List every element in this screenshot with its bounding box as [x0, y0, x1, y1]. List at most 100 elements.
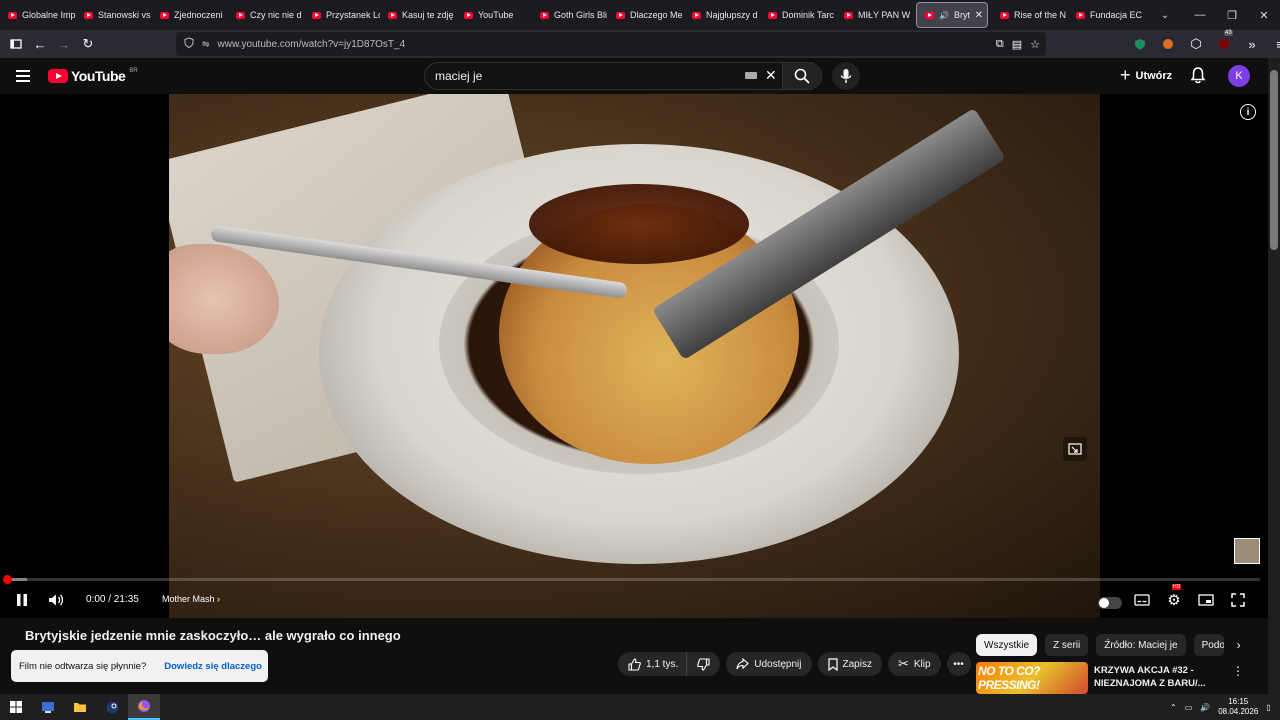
- like-button[interactable]: 1,1 tys.: [618, 652, 687, 676]
- chip-similar[interactable]: Podo: [1193, 634, 1224, 656]
- forward-arrow-icon[interactable]: →: [52, 32, 76, 56]
- chip-from-series[interactable]: Z serii: [1045, 634, 1089, 656]
- create-button[interactable]: + Utwórz: [1120, 64, 1172, 88]
- chip-all[interactable]: Wszystkie: [976, 634, 1037, 656]
- autoplay-toggle[interactable]: [1098, 588, 1122, 612]
- fullscreen-button[interactable]: [1226, 588, 1250, 612]
- volume-button[interactable]: [44, 588, 68, 612]
- url-text[interactable]: www.youtube.com/watch?v=jy1D87OsT_4: [218, 39, 406, 50]
- recommended-thumbnail[interactable]: NO TO CO? PRESSING!: [976, 662, 1088, 694]
- video-frame[interactable]: [169, 94, 1100, 618]
- address-bar[interactable]: ⇋ www.youtube.com/watch?v=jy1D87OsT_4 ⧉ …: [176, 32, 1046, 56]
- task-view-icon[interactable]: [32, 694, 64, 720]
- chevron-right-icon[interactable]: ›: [1232, 638, 1246, 652]
- back-arrow-icon[interactable]: ←: [28, 32, 52, 56]
- sidebar-toggle-icon[interactable]: [4, 32, 28, 56]
- browser-tab-strip: Globalne Imp Stanowski vs Zjednoczeni Cz…: [0, 0, 1280, 30]
- browser-tab[interactable]: Rise of the N: [992, 2, 1068, 28]
- browser-tab[interactable]: MIŁY PAN W: [836, 2, 912, 28]
- browser-tab[interactable]: Kasuj te zdję: [380, 2, 456, 28]
- ublock-icon[interactable]: 43: [1212, 30, 1236, 56]
- video-player[interactable]: i 0:00 / 21:35 Mother Mash › ⚙ HD: [0, 94, 1268, 618]
- browser-tab[interactable]: Stanowski vs: [76, 2, 152, 28]
- search-input[interactable]: maciej je ✕: [424, 62, 784, 90]
- browser-tab[interactable]: Fundacja EC: [1068, 2, 1144, 28]
- miniplayer-button[interactable]: [1194, 588, 1218, 612]
- page-scrollbar[interactable]: [1268, 58, 1280, 694]
- minimize-icon[interactable]: —: [1184, 9, 1216, 21]
- more-actions-button[interactable]: •••: [946, 652, 971, 676]
- browser-tab[interactable]: Przystanek Lo: [304, 2, 380, 28]
- youtube-logo[interactable]: YouTube BR: [48, 68, 138, 84]
- vpn-shield-icon[interactable]: [1128, 32, 1152, 56]
- youtube-favicon-icon: [925, 11, 934, 19]
- miniplayer-expand-icon[interactable]: [1063, 437, 1087, 461]
- kebab-menu-icon[interactable]: ⋮: [1232, 664, 1244, 678]
- close-tab-icon[interactable]: ✕: [975, 10, 983, 21]
- shield-icon[interactable]: [184, 37, 194, 51]
- youtube-favicon-icon: [1000, 11, 1009, 19]
- browser-tab[interactable]: Globalne Imp: [0, 2, 76, 28]
- browser-tab[interactable]: Czy nic nie d: [228, 2, 304, 28]
- recommended-title[interactable]: KRZYWA AKCJA #32 - NIEZNAJOMA Z BARU/...: [1094, 664, 1214, 690]
- reload-icon[interactable]: ↻: [76, 32, 100, 56]
- pause-button[interactable]: [10, 588, 34, 612]
- scrollbar-thumb[interactable]: [1270, 70, 1278, 250]
- extensions-puzzle-icon[interactable]: ⬡: [1184, 32, 1208, 56]
- steam-icon[interactable]: [96, 694, 128, 720]
- window-close-icon[interactable]: ✕: [1248, 9, 1280, 22]
- progress-bar[interactable]: [3, 575, 1260, 584]
- browser-tab[interactable]: Goth Girls Bli: [532, 2, 608, 28]
- volume-tray-icon[interactable]: 🔊: [1200, 703, 1210, 712]
- scissors-icon: ✂: [897, 656, 909, 671]
- extension-fox-icon[interactable]: [1156, 32, 1180, 56]
- recommended-video[interactable]: NO TO CO? PRESSING! KRZYWA AKCJA #32 - N…: [976, 662, 1268, 694]
- progress-scrubber-handle[interactable]: [3, 575, 12, 584]
- bookmark-star-icon[interactable]: ☆: [1030, 38, 1040, 51]
- list-tabs-chevron-icon[interactable]: ⌄: [1150, 10, 1180, 21]
- file-explorer-icon[interactable]: [64, 694, 96, 720]
- browser-tab[interactable]: Zjednoczeni: [152, 2, 228, 28]
- hamburger-menu-icon[interactable]: [16, 70, 30, 82]
- subtitles-button[interactable]: [1130, 588, 1154, 612]
- picture-in-picture-icon[interactable]: ⧉: [996, 38, 1004, 51]
- taskbar-clock[interactable]: 16:15 08.04.2026: [1218, 697, 1258, 717]
- dislike-button[interactable]: [686, 652, 721, 676]
- clear-search-icon[interactable]: ✕: [765, 67, 777, 84]
- chapter-title[interactable]: Mother Mash ›: [162, 594, 220, 604]
- search-button[interactable]: [782, 62, 822, 90]
- firefox-taskbar-icon[interactable]: [128, 694, 160, 720]
- tray-overflow-chevron-icon[interactable]: ⌃: [1170, 703, 1177, 712]
- notifications-bell-icon[interactable]: [1190, 66, 1206, 89]
- browser-tab[interactable]: YouTube: [456, 2, 532, 28]
- miniplayer-icon: [1198, 594, 1214, 606]
- page-info-icon[interactable]: ⇋: [202, 39, 210, 50]
- browser-tab[interactable]: Najgłupszy d: [684, 2, 760, 28]
- browser-tab-active[interactable]: 🔊Brytyj✕: [916, 2, 988, 28]
- speaker-icon[interactable]: 🔊: [939, 11, 949, 20]
- windows-start-icon[interactable]: [0, 694, 32, 720]
- browser-tab[interactable]: Dlaczego Me: [608, 2, 684, 28]
- youtube-favicon-icon: [160, 11, 169, 19]
- avatar[interactable]: K: [1228, 65, 1250, 87]
- browser-tab[interactable]: Dominik Tarc: [760, 2, 836, 28]
- app-menu-icon[interactable]: ≡: [1268, 32, 1280, 56]
- network-icon[interactable]: ▭: [1185, 703, 1193, 712]
- voice-search-button[interactable]: [832, 62, 860, 90]
- clip-button[interactable]: ✂ Klip: [887, 652, 941, 676]
- info-icon[interactable]: i: [1240, 104, 1256, 120]
- keyboard-icon[interactable]: [745, 72, 757, 79]
- overflow-menu-icon[interactable]: »: [1240, 32, 1264, 56]
- youtube-play-logo-icon: [48, 69, 68, 83]
- reader-view-icon[interactable]: ▤: [1012, 38, 1022, 51]
- browser-nav-bar: ← → ↻ ⇋ www.youtube.com/watch?v=jy1D87Os…: [0, 30, 1280, 58]
- toast-learn-more-link[interactable]: Dowiedz się dlaczego: [164, 661, 262, 672]
- save-button[interactable]: Zapisz: [817, 652, 882, 676]
- share-button[interactable]: Udostępnij: [726, 652, 812, 676]
- notifications-icon[interactable]: ▯: [1266, 703, 1270, 712]
- restore-icon[interactable]: ❐: [1216, 9, 1248, 22]
- chip-from-source[interactable]: Źródło: Maciej je: [1096, 634, 1186, 656]
- channel-watermark[interactable]: [1234, 538, 1260, 564]
- settings-button[interactable]: ⚙ HD: [1162, 584, 1186, 612]
- playback-issue-toast: Film nie odtwarza się płynnie? Dowiedz s…: [11, 650, 268, 682]
